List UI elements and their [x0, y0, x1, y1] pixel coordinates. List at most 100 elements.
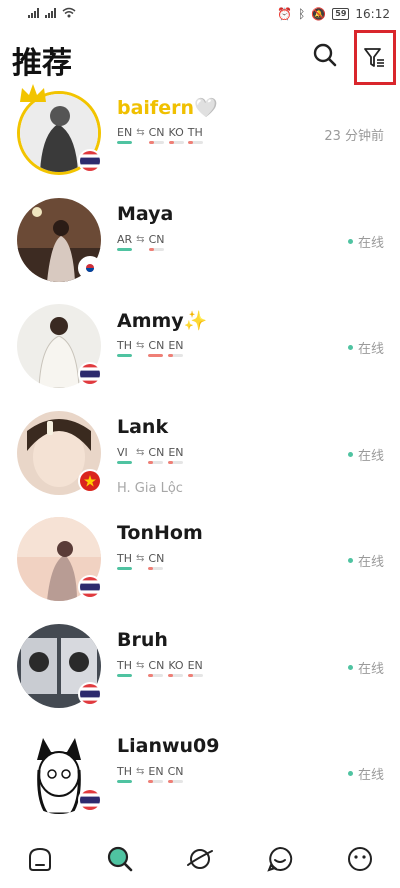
native-language: TH	[117, 765, 132, 783]
learning-language: EN	[168, 446, 184, 464]
user-name: TonHom	[117, 522, 203, 544]
online-status: 在线	[347, 232, 384, 251]
online-status: 在线	[347, 551, 384, 570]
learning-language: CN	[148, 446, 164, 464]
native-language: TH	[117, 659, 132, 677]
exchange-icon: ⇆	[136, 659, 145, 671]
learning-language: EN	[187, 659, 203, 677]
language-info: TH ⇆ CN	[117, 552, 164, 570]
bottom-nav	[0, 830, 400, 888]
user-row-lianwu09[interactable]: Lianwu09 TH ⇆ EN CN 在线	[0, 727, 400, 834]
exchange-icon: ⇆	[136, 127, 145, 138]
learning-language: CN	[148, 126, 165, 144]
exchange-icon: ⇆	[136, 766, 145, 777]
online-dot	[347, 451, 353, 457]
language-info: AR ⇆ CN	[117, 233, 164, 251]
user-name: Lank	[117, 415, 169, 438]
status-time: 16:12	[355, 7, 390, 21]
user-name: Ammy✨	[117, 310, 208, 332]
native-language: VI	[117, 446, 132, 464]
learning-language: TH	[187, 126, 203, 144]
native-language: EN	[117, 126, 132, 144]
last-seen: 23 分钟前	[324, 129, 384, 144]
user-row-baifern[interactable]: baifern🤍 EN ⇆ CN KO TH 23 分钟前	[0, 84, 400, 195]
status-bar: ⏰ ᛒ 🔕 59 16:12	[0, 0, 400, 28]
user-row-ammy[interactable]: Ammy✨ TH ⇆ CN EN 在线	[0, 301, 400, 408]
learning-language: CN	[167, 765, 184, 783]
learning-language: EN	[168, 339, 184, 357]
status-right: ⏰ ᛒ 🔕 59 16:12	[277, 7, 390, 21]
native-language: AR	[117, 233, 132, 251]
online-status: 在线	[347, 338, 384, 357]
flag-th-icon	[78, 788, 102, 812]
header: 推荐	[0, 28, 400, 86]
learning-language: CN	[148, 659, 164, 677]
user-name: baifern🤍	[117, 97, 218, 119]
flag-th-icon	[78, 149, 102, 173]
online-dot	[347, 345, 353, 350]
learning-language: EN	[148, 765, 164, 783]
flag-kr-icon	[78, 255, 102, 280]
flag-th-icon	[78, 681, 102, 706]
nav-planet[interactable]	[180, 839, 220, 879]
mute-icon: 🔕	[311, 7, 327, 21]
nav-home[interactable]	[20, 839, 60, 879]
online-status: 在线	[347, 764, 384, 783]
language-info: TH ⇆ CN KO EN	[117, 659, 203, 677]
signal-icon	[45, 8, 56, 20]
search-button[interactable]	[308, 38, 342, 72]
user-row-maya[interactable]: Maya AR ⇆ CN 在线	[0, 195, 400, 302]
heart-emoji: 🤍	[193, 97, 218, 119]
profile-icon	[348, 847, 372, 871]
user-name: Lianwu09	[117, 735, 220, 757]
sparkles-emoji: ✨	[183, 310, 208, 332]
bluetooth-icon: ᛒ	[298, 7, 306, 21]
user-list: baifern🤍 EN ⇆ CN KO TH 23 分钟前 Maya AR ⇆ …	[0, 84, 400, 834]
alarm-icon: ⏰	[277, 7, 293, 21]
learning-language: CN	[148, 339, 164, 357]
exchange-icon: ⇆	[136, 340, 145, 351]
online-status: 在线	[347, 445, 384, 464]
status-left	[28, 7, 76, 21]
learning-language: CN	[148, 233, 164, 251]
user-row-tonhom[interactable]: TonHom TH ⇆ CN 在线	[0, 514, 400, 621]
user-name: Bruh	[117, 628, 168, 651]
native-language: TH	[117, 339, 132, 357]
user-name: Maya	[117, 202, 174, 225]
learning-language: CN	[148, 552, 164, 570]
user-row-bruh[interactable]: Bruh TH ⇆ CN KO EN 在线	[0, 621, 400, 728]
nav-profile[interactable]	[340, 839, 380, 879]
language-info: TH ⇆ EN CN	[117, 765, 184, 783]
flag-vn-icon	[78, 468, 102, 493]
user-location: H. Gia Lộc	[117, 480, 183, 496]
online-dot	[347, 664, 353, 670]
flag-th-icon	[78, 575, 102, 599]
online-dot	[347, 238, 353, 244]
battery-icon: 59	[332, 8, 350, 20]
nav-chat[interactable]	[260, 839, 300, 879]
signal-icon	[28, 8, 39, 20]
filter-button[interactable]	[354, 30, 396, 85]
page-title: 推荐	[12, 46, 72, 81]
home-icon	[29, 847, 51, 871]
online-dot	[347, 771, 353, 776]
learning-language: KO	[168, 126, 184, 144]
language-info: VI ⇆ CN EN	[117, 446, 184, 464]
language-info: EN ⇆ CN KO TH	[117, 126, 203, 144]
nav-discover[interactable]	[100, 839, 140, 879]
discover-icon	[107, 846, 133, 872]
planet-icon	[187, 849, 213, 869]
learning-language: KO	[168, 659, 184, 677]
search-icon	[313, 43, 337, 67]
filter-icon	[364, 47, 384, 67]
flag-th-icon	[78, 362, 102, 386]
user-row-lank[interactable]: Lank VI ⇆ CN EN H. Gia Lộc 在线	[0, 408, 400, 515]
online-dot	[347, 558, 353, 563]
native-language: TH	[117, 552, 132, 570]
online-status: 在线	[347, 658, 384, 677]
crown-icon	[20, 84, 46, 102]
wifi-icon	[62, 7, 76, 21]
chat-icon	[267, 846, 293, 872]
exchange-icon: ⇆	[136, 446, 145, 458]
language-info: TH ⇆ CN EN	[117, 339, 184, 357]
